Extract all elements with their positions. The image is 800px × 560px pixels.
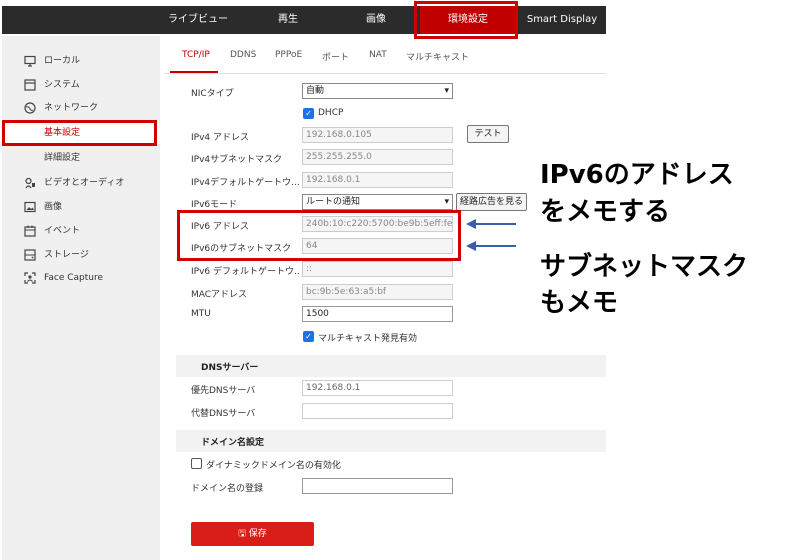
annotation-subnet-line2: もメモ — [540, 288, 619, 318]
ipv6-gateway-field[interactable]: :: — [302, 261, 453, 277]
image-icon — [24, 201, 36, 213]
sidebar-item-label: 詳細設定 — [44, 153, 81, 163]
nic-type-select[interactable]: 自動 ▾ — [302, 83, 453, 99]
ipv4-gateway-field[interactable]: 192.168.0.1 — [302, 172, 453, 188]
nav-playback[interactable]: 再生 — [247, 6, 329, 34]
ipv6-mode-value: ルートの通知 — [306, 197, 361, 207]
ipv6-mode-label: IPv6モード — [191, 200, 238, 210]
network-tabs: TCP/IP DDNS PPPoE ポート NAT マルチキャスト — [164, 36, 606, 76]
sidebar-item-event[interactable]: イベント — [2, 220, 160, 242]
sidebar-item-label: ストレージ — [44, 250, 89, 260]
face-capture-icon — [24, 272, 36, 284]
annotation-subnet-line1: サブネットマスク — [540, 252, 749, 282]
sidebar-item-label: ネットワーク — [44, 103, 99, 113]
annotation-ipv6-line1: IPv6のアドレス — [540, 160, 734, 190]
nav-live-view[interactable]: ライブビュー — [152, 6, 244, 34]
mac-address-field[interactable]: bc:9b:5e:63:a5:bf — [302, 284, 453, 300]
monitor-icon — [24, 55, 36, 67]
sidebar-item-label: ローカル — [44, 56, 81, 66]
tab-tcpip[interactable]: TCP/IP — [182, 50, 210, 60]
tab-nat[interactable]: NAT — [369, 50, 387, 60]
dns-section-title: DNSサーバー — [201, 363, 259, 373]
calendar-icon — [24, 225, 36, 237]
sidebar-item-label: ビデオとオーディオ — [44, 178, 125, 188]
tabs-divider — [164, 73, 606, 74]
nic-type-label: NICタイプ — [191, 89, 234, 99]
sidebar-item-advanced-settings[interactable]: 詳細設定 — [2, 147, 160, 169]
sidebar-item-image[interactable]: 画像 — [2, 196, 160, 218]
ipv6-gateway-label: IPv6 デフォルトゲートウ... — [191, 267, 299, 277]
save-icon: 🖫 — [238, 529, 246, 539]
highlight-nav-configuration — [414, 1, 518, 39]
annotation-ipv6-line2: をメモする — [540, 197, 671, 227]
chevron-down-icon: ▾ — [444, 197, 449, 207]
arrow-to-ipv6-subnet — [466, 241, 516, 251]
dhcp-label: DHCP — [318, 108, 344, 118]
sidebar-item-label: Face Capture — [44, 273, 103, 283]
storage-icon — [24, 249, 36, 261]
nav-smart-display[interactable]: Smart Display — [520, 6, 604, 34]
ipv6-mode-select[interactable]: ルートの通知 ▾ — [302, 194, 453, 210]
domain-section-header: ドメイン名設定 — [176, 430, 606, 452]
tab-pppoe[interactable]: PPPoE — [275, 50, 302, 60]
dhcp-checkbox[interactable]: ✓ — [303, 108, 314, 119]
sidebar-item-face-capture[interactable]: Face Capture — [2, 267, 160, 289]
domain-section-title: ドメイン名設定 — [201, 438, 265, 448]
save-label: 保存 — [248, 529, 267, 539]
nav-image[interactable]: 画像 — [332, 6, 420, 34]
sidebar-item-storage[interactable]: ストレージ — [2, 244, 160, 266]
save-button[interactable]: 🖫 保存 — [191, 522, 314, 546]
dynamic-domain-checkbox[interactable] — [191, 458, 202, 469]
highlight-ipv6-fields — [177, 210, 461, 261]
alternate-dns-field[interactable] — [302, 403, 453, 419]
highlight-basic-settings — [2, 120, 157, 146]
nic-type-value: 自動 — [306, 86, 325, 96]
sidebar-item-network[interactable]: ネットワーク — [2, 97, 160, 119]
ipv4-address-label: IPv4 アドレス — [191, 133, 249, 143]
sidebar-item-label: システム — [44, 80, 80, 90]
mac-address-label: MACアドレス — [191, 290, 248, 300]
tab-ddns[interactable]: DDNS — [230, 50, 256, 60]
domain-register-field[interactable] — [302, 478, 453, 494]
sidebar-item-label: 画像 — [44, 202, 63, 212]
microphone-icon — [24, 177, 36, 189]
test-button[interactable]: テスト — [467, 125, 509, 143]
ipv4-gateway-label: IPv4デフォルトゲートウ... — [191, 178, 299, 188]
sidebar-item-local[interactable]: ローカル — [2, 50, 160, 72]
view-route-advertisement-button[interactable]: 経路広告を見る — [456, 193, 527, 211]
sidebar-item-system[interactable]: システム — [2, 74, 160, 96]
domain-register-label: ドメイン名の登録 — [191, 484, 264, 494]
ipv4-subnet-label: IPv4サブネットマスク — [191, 155, 283, 165]
preferred-dns-field[interactable]: 192.168.0.1 — [302, 380, 453, 396]
ipv4-subnet-field[interactable]: 255.255.255.0 — [302, 149, 453, 165]
ipv4-address-field[interactable]: 192.168.0.105 — [302, 127, 453, 143]
alternate-dns-label: 代替DNSサーバ — [191, 409, 256, 419]
multicast-discovery-checkbox[interactable]: ✓ — [303, 331, 314, 342]
chevron-down-icon: ▾ — [444, 86, 449, 96]
dynamic-domain-label: ダイナミックドメイン名の有効化 — [206, 461, 341, 471]
arrow-to-ipv6-address — [466, 219, 516, 229]
mtu-field[interactable]: 1500 — [302, 306, 453, 322]
sidebar-item-label: イベント — [44, 226, 81, 236]
tab-port[interactable]: ポート — [322, 50, 349, 63]
mtu-label: MTU — [191, 309, 211, 319]
system-icon — [24, 79, 36, 91]
globe-icon — [24, 102, 36, 114]
dns-section-header: DNSサーバー — [176, 355, 606, 377]
sidebar-item-video-audio[interactable]: ビデオとオーディオ — [2, 172, 160, 194]
preferred-dns-label: 優先DNSサーバ — [191, 386, 256, 396]
multicast-discovery-label: マルチキャスト発見有効 — [318, 334, 418, 344]
tab-multicast[interactable]: マルチキャスト — [406, 50, 469, 63]
sidebar: ローカル システム ネットワーク 基本設定 詳細設定 ビデオとオーディオ 画像 … — [2, 36, 160, 560]
